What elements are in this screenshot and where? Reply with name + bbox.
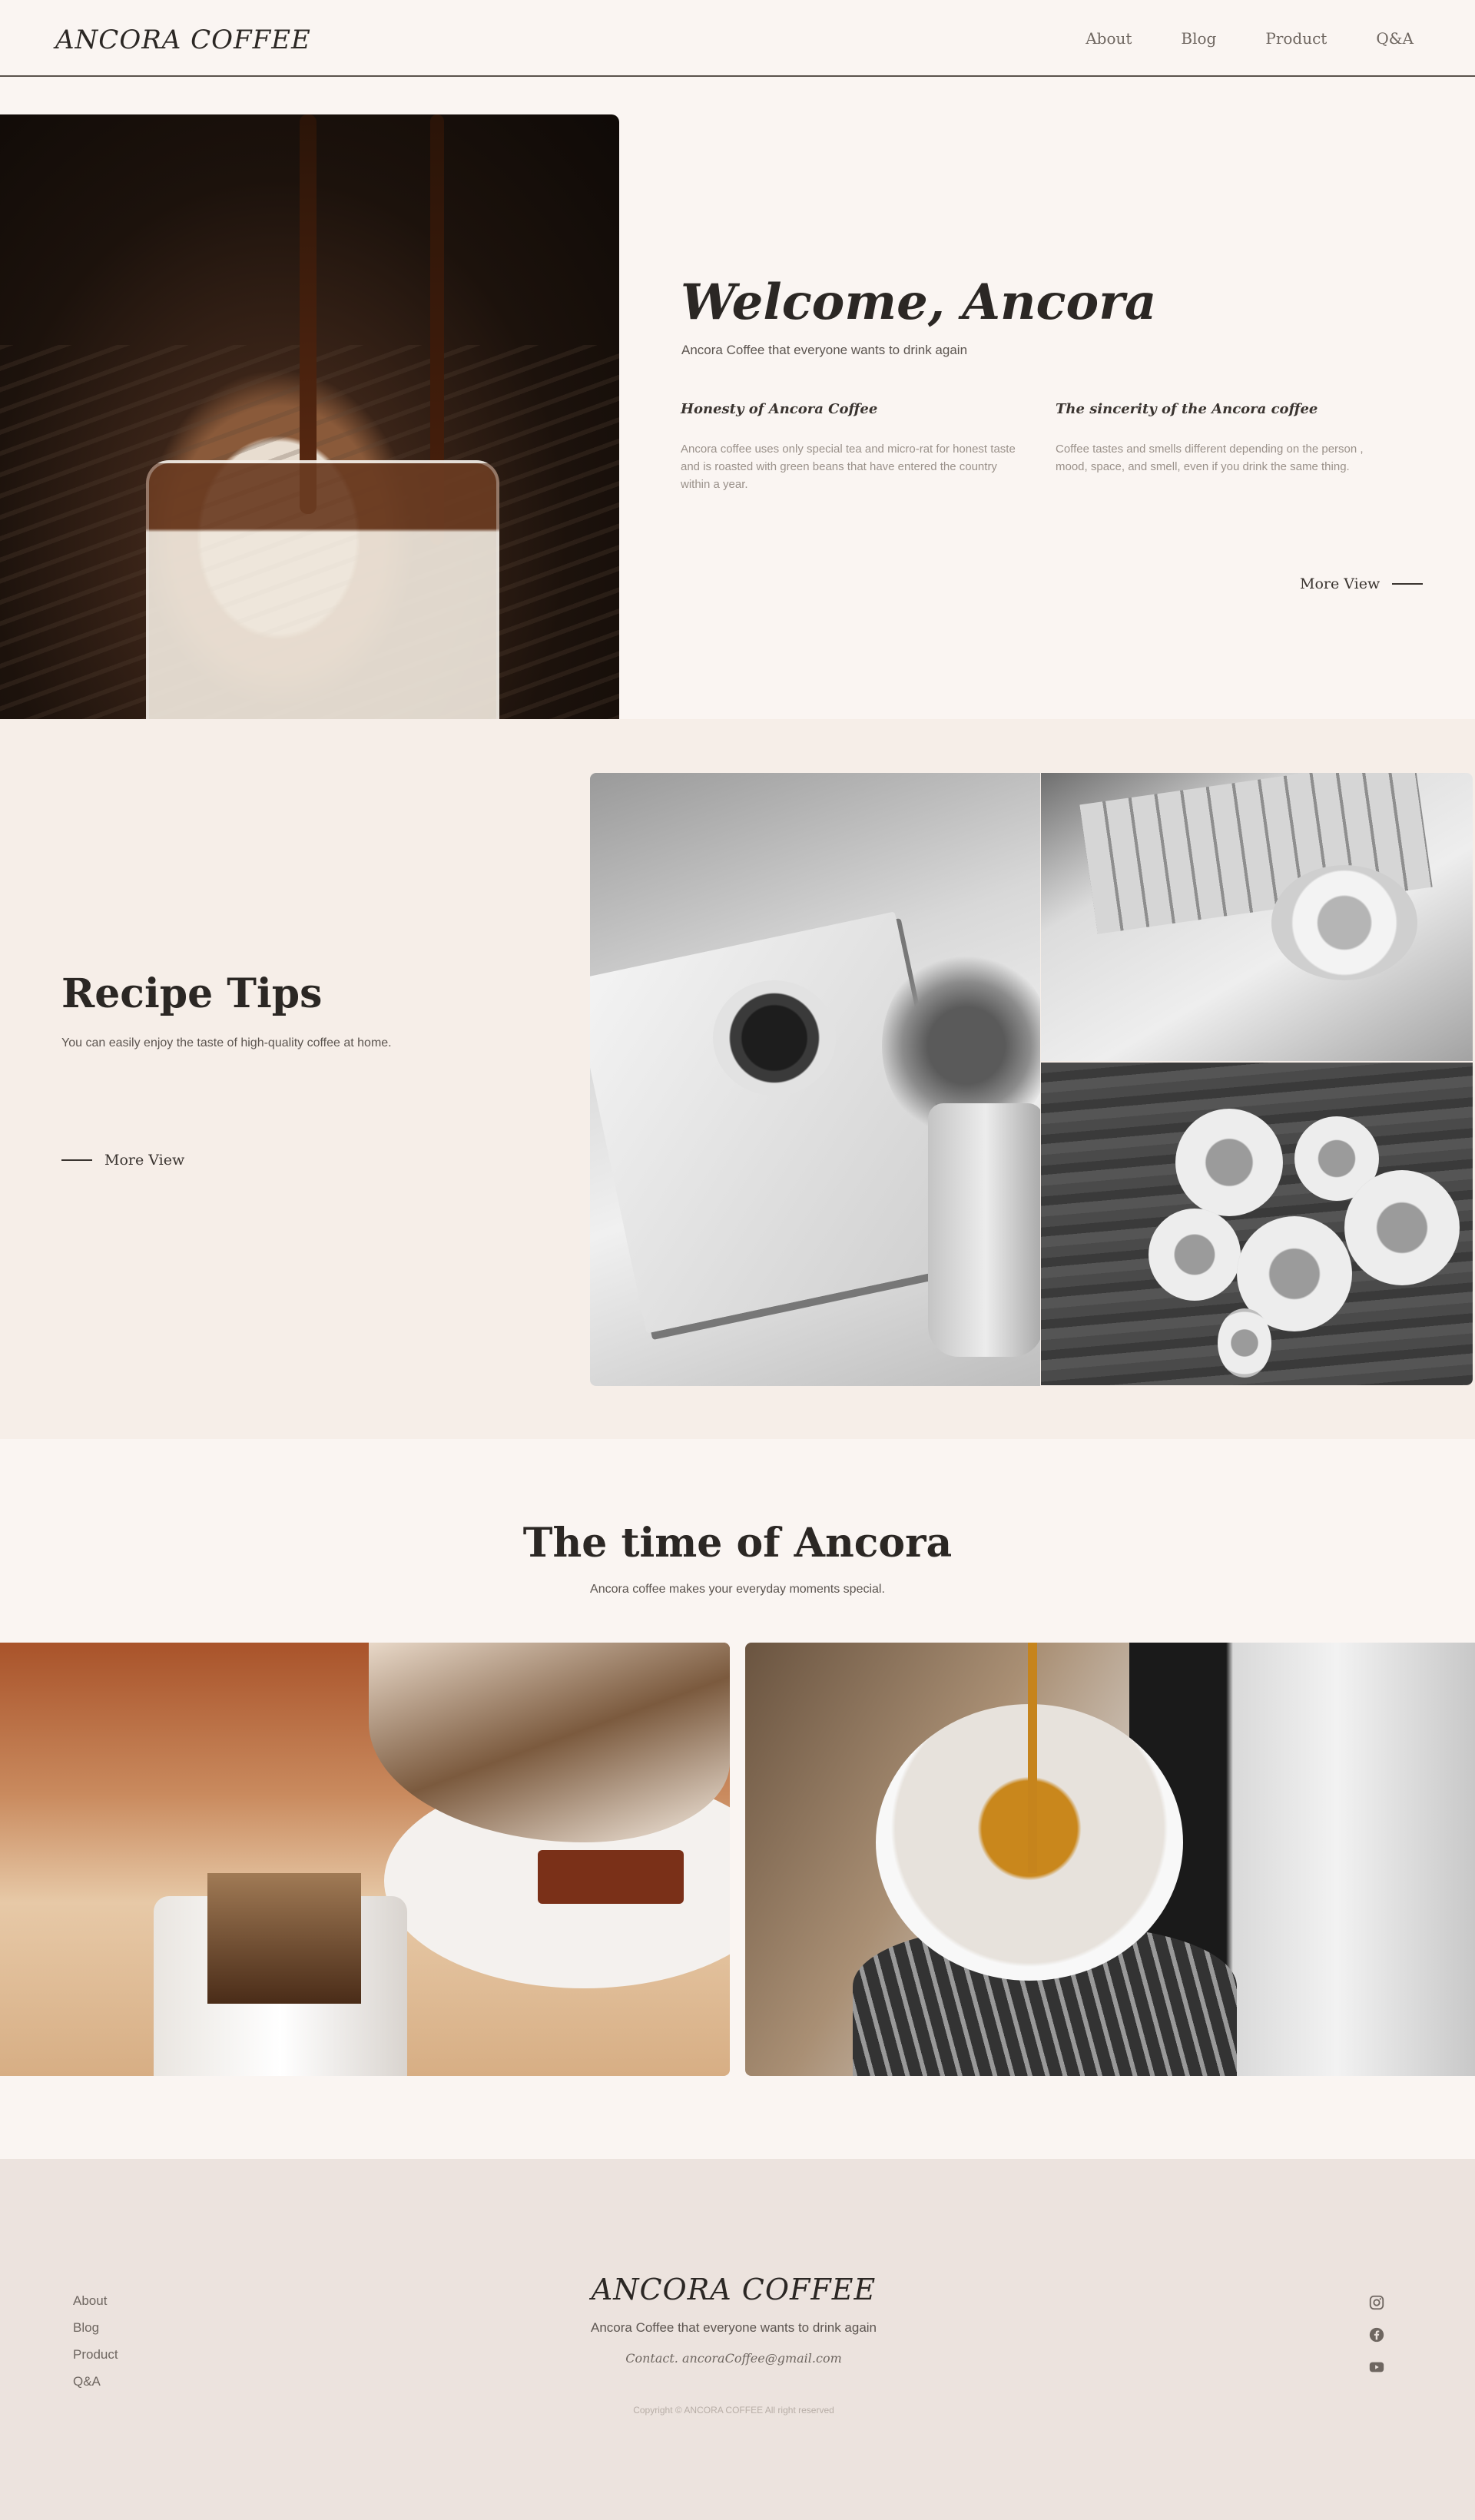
recipe-photo-latte-magazine bbox=[1041, 773, 1473, 1061]
hero-subtitle: Ancora Coffee that everyone wants to dri… bbox=[681, 343, 968, 357]
youtube-icon[interactable] bbox=[1368, 2359, 1385, 2376]
recipe-more-view-label: More View bbox=[104, 1152, 185, 1169]
footer-link-qa[interactable]: Q&A bbox=[73, 2374, 118, 2389]
sincerity-text: Coffee tastes and smells different depen… bbox=[1056, 443, 1364, 473]
honesty-text: Ancora coffee uses only special tea and … bbox=[681, 443, 1016, 491]
site-logo[interactable]: ANCORA COFFEE bbox=[55, 25, 311, 55]
recipe-photo-kinfolk-book bbox=[590, 773, 1040, 1386]
honesty-heading: Honesty of Ancora Coffee bbox=[681, 401, 878, 417]
nav-blog[interactable]: Blog bbox=[1181, 29, 1216, 48]
nav-qa[interactable]: Q&A bbox=[1376, 29, 1414, 48]
footer-tagline: Ancora Coffee that everyone wants to dri… bbox=[590, 2320, 877, 2335]
recipe-more-view-link[interactable]: More View bbox=[61, 1152, 184, 1169]
social-links bbox=[1368, 2294, 1385, 2376]
time-subtitle: Ancora coffee makes your everyday moment… bbox=[590, 1583, 885, 1596]
footer-nav: About Blog Product Q&A bbox=[73, 2293, 118, 2389]
instagram-icon[interactable] bbox=[1368, 2294, 1385, 2311]
sincerity-heading: The sincerity of the Ancora coffee bbox=[1056, 401, 1318, 417]
recipe-title: Recipe Tips bbox=[61, 970, 323, 1017]
footer-logo: ANCORA COFFEE bbox=[591, 2273, 877, 2306]
footer-contact[interactable]: Contact. ancoraCoffee@gmail.com bbox=[0, 2351, 1467, 2366]
hero-espresso-photo bbox=[0, 114, 619, 719]
more-view-line bbox=[1392, 583, 1424, 585]
hero-title: Welcome, Ancora bbox=[681, 274, 1157, 331]
facebook-icon[interactable] bbox=[1368, 2326, 1385, 2343]
more-view-line bbox=[61, 1159, 92, 1161]
time-photo-drip-bag bbox=[0, 1643, 730, 2076]
recipe-subtitle: You can easily enjoy the taste of high-q… bbox=[61, 1036, 392, 1049]
main-nav: About Blog Product Q&A bbox=[1086, 29, 1414, 48]
time-photo-espresso-machine bbox=[745, 1643, 1475, 2076]
time-title: The time of Ancora bbox=[522, 1520, 953, 1567]
nav-product[interactable]: Product bbox=[1265, 29, 1327, 48]
footer-copyright: Copyright © ANCORA COFFEE All right rese… bbox=[633, 2405, 834, 2416]
hero-more-view-label: More View bbox=[1300, 575, 1381, 592]
site-footer bbox=[0, 2159, 1475, 2520]
recipe-photo-coffee-cups-table bbox=[1041, 1063, 1473, 1385]
site-header: ANCORA COFFEE About Blog Product Q&A bbox=[0, 0, 1475, 77]
nav-about[interactable]: About bbox=[1086, 29, 1132, 48]
hero-more-view-link[interactable]: More View bbox=[1300, 575, 1424, 592]
